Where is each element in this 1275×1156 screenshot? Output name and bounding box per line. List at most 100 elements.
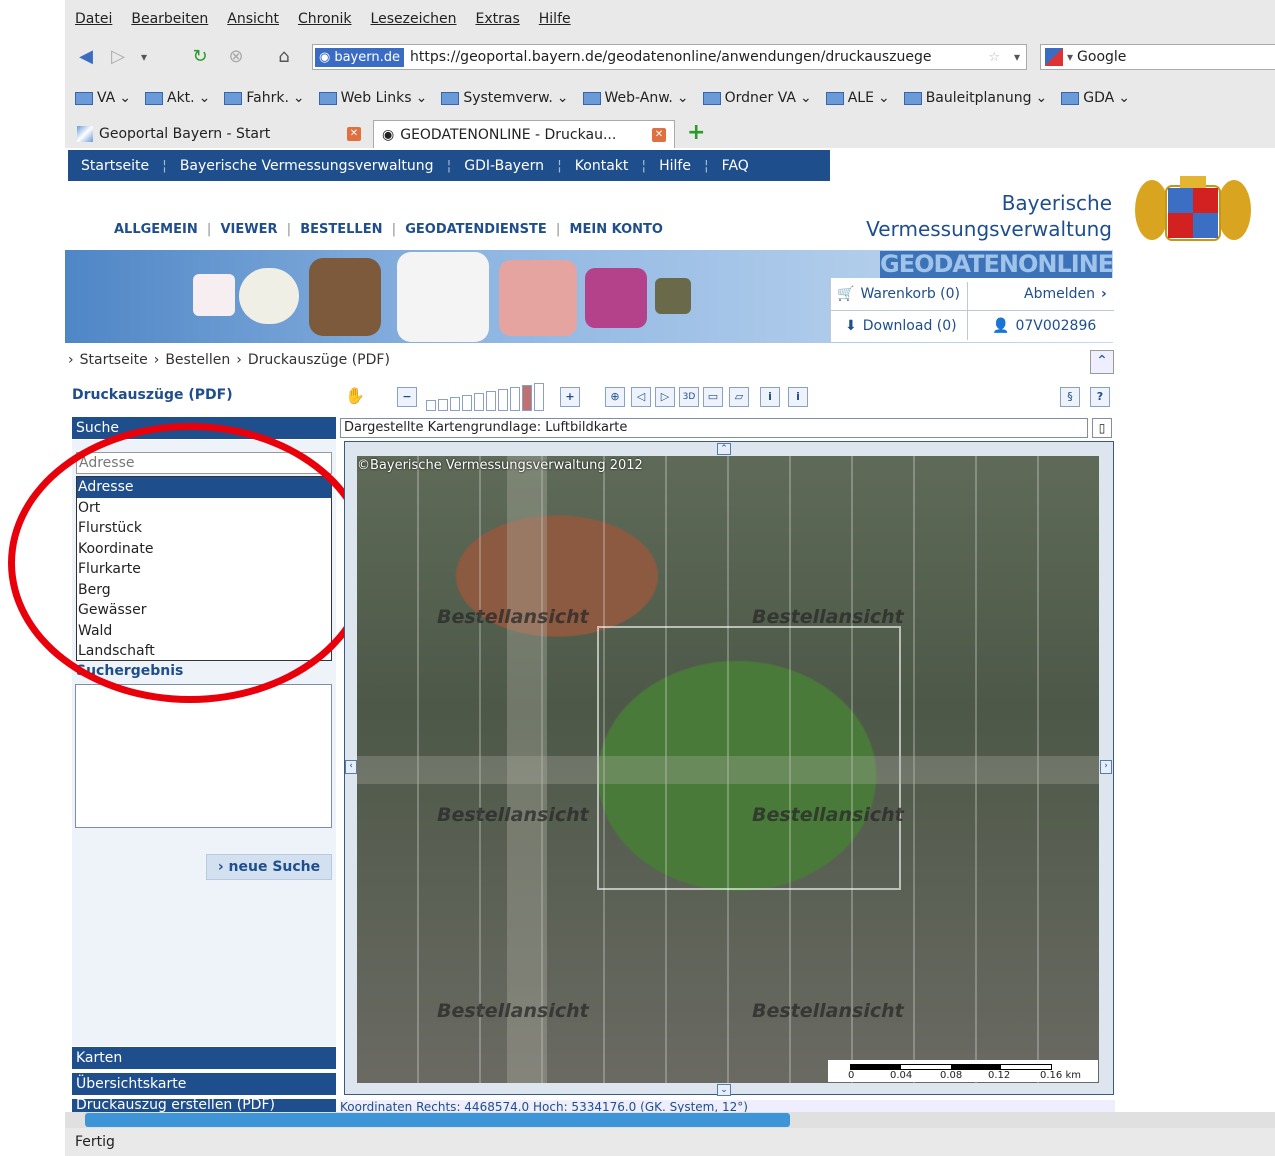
pan-down-icon[interactable]: ⌄ [717,1084,731,1096]
mainnav-geodatendienste[interactable]: GEODATENDIENSTE [396,222,556,237]
bookmark-folder[interactable]: ALE ⌄ [825,90,890,106]
topnav-gdi-bayern[interactable]: GDI-Bayern [451,158,557,174]
order-view-label: Bestellansicht [752,1000,904,1022]
topnav-kontakt[interactable]: Kontakt [562,158,642,174]
url-bar[interactable]: ◉ bayern.de https://geoportal.bayern.de/g… [312,44,1027,70]
scale-bar: 0 0.04 0.08 0.12 0.16 km [828,1060,1098,1082]
info-icon[interactable]: i [760,387,780,407]
menu-chronik[interactable]: Chronik [298,11,352,27]
menu-datei[interactable]: Datei [75,11,112,27]
eye-icon: ◉ [382,126,395,143]
clipboard-icon[interactable]: ▯ [1092,418,1112,438]
close-tab-icon[interactable]: ✕ [652,127,666,142]
zoom-slider[interactable] [426,383,544,411]
feature-info-icon[interactable]: i [788,387,808,407]
bookmark-folder[interactable]: Web Links ⌄ [318,90,428,106]
map-thumbnail [585,268,647,328]
bavarian-crest-icon [1135,176,1251,241]
stop-icon[interactable]: ⊗ [225,46,247,68]
help-icon[interactable]: ? [1090,387,1110,407]
topnav-startseite[interactable]: Startseite [68,158,162,174]
map-canvas[interactable]: Bestellansicht Bestellansicht Bestellans… [357,456,1099,1083]
map-toolbar: ✋ − + ⊕ ◁ ▷ 3D ▭ ▱ i i § ? [340,381,1115,413]
forward-icon[interactable]: ▷ [107,46,129,68]
new-search-button[interactable]: › neue Suche [206,854,332,880]
scrollbar-thumb[interactable] [85,1113,790,1127]
accordion-druckauszug[interactable]: Druckauszug erstellen (PDF) [72,1099,336,1112]
status-bar: Fertig [65,1128,1275,1156]
legal-icon[interactable]: § [1060,387,1080,407]
back-icon[interactable]: ◀ [75,46,97,68]
zoom-out-icon[interactable]: − [397,387,417,407]
bookmark-folder[interactable]: Bauleitplanung ⌄ [903,90,1047,106]
download-link[interactable]: ⬇ Download (0) [845,318,957,334]
order-view-label: Bestellansicht [752,606,904,628]
previous-view-icon[interactable]: ◁ [631,387,651,407]
url-dropdown-icon[interactable]: ▾ [1014,50,1020,64]
pan-left-icon[interactable]: ‹ [345,760,357,774]
navigation-bar: ◀ ▷ ▾ ↻ ⊗ ⌂ ◉ bayern.de https://geoportal… [65,38,1275,76]
history-dropdown-icon[interactable]: ▾ [133,46,155,68]
new-tab-icon[interactable]: + [687,120,705,145]
close-tab-icon[interactable]: ✕ [347,127,361,141]
folder-icon [441,91,460,105]
map-thumbnail [397,252,489,342]
order-view-label: Bestellansicht [437,1000,589,1022]
search-engine-dropdown-icon[interactable]: ▾ [1067,50,1073,64]
3d-view-icon[interactable]: 3D [679,387,699,407]
home-icon[interactable]: ⌂ [273,46,295,68]
bookmark-folder[interactable]: GDA ⌄ [1061,90,1130,106]
chevron-down-icon: ⌄ [415,90,428,106]
zoom-box-icon[interactable]: ⊕ [605,387,625,407]
bookmark-folder[interactable]: VA ⌄ [75,90,131,106]
mainnav-bestellen[interactable]: BESTELLEN [291,222,391,237]
breadcrumb-bestellen[interactable]: Bestellen [165,352,230,368]
tab-geoportal[interactable]: Geoportal Bayern - Start ✕ [69,120,369,148]
reload-icon[interactable]: ↻ [189,46,211,68]
bookmark-star-icon[interactable]: ☆ [988,50,1000,65]
mainnav-viewer[interactable]: VIEWER [211,222,286,237]
measure-area-icon[interactable]: ▱ [729,387,749,407]
search-bar[interactable]: ▾ Google [1040,44,1275,70]
menu-bearbeiten[interactable]: Bearbeiten [131,11,208,27]
accordion-uebersichtskarte[interactable]: Übersichtskarte [72,1073,336,1095]
user-icon: 👤 [992,318,1010,334]
bookmark-folder[interactable]: Systemverw. ⌄ [441,90,569,106]
result-list[interactable] [75,684,332,828]
favicon-icon [77,126,93,142]
topnav-faq[interactable]: FAQ [709,158,762,174]
zoom-in-icon[interactable]: + [560,387,580,407]
site-identity[interactable]: ◉ bayern.de [315,47,404,67]
menu-hilfe[interactable]: Hilfe [539,11,571,27]
bookmark-folder[interactable]: Fahrk. ⌄ [224,90,305,106]
url-text: https://geoportal.bayern.de/geodatenonli… [410,49,932,65]
cart-link[interactable]: 🛒 Warenkorb (0) [837,286,960,302]
mainnav-allgemein[interactable]: ALLGEMEIN [105,222,207,237]
pan-right-icon[interactable]: › [1100,760,1112,774]
next-view-icon[interactable]: ▷ [655,387,675,407]
topnav-hilfe[interactable]: Hilfe [646,158,704,174]
collapse-header-button[interactable]: ⌃ [1090,350,1114,374]
menu-ansicht[interactable]: Ansicht [227,11,279,27]
bookmark-folder[interactable]: Web-Anw. ⌄ [582,90,689,106]
breadcrumb-startseite[interactable]: Startseite [80,352,148,368]
mainnav-mein-konto[interactable]: MEIN KONTO [561,222,672,237]
menu-extras[interactable]: Extras [476,11,520,27]
brand-title: Bayerische Vermessungsverwaltung [866,191,1112,241]
accordion-karten[interactable]: Karten [72,1047,336,1069]
divider [831,310,1114,311]
panel-title: Druckauszüge (PDF) [72,387,233,403]
chevron-right-icon: › [236,352,242,368]
measure-distance-icon[interactable]: ▭ [703,387,723,407]
order-view-label: Bestellansicht [437,606,589,628]
bookmark-folder[interactable]: Ordner VA ⌄ [702,90,812,106]
logout-link[interactable]: Abmelden › [1024,286,1107,302]
folder-icon [75,91,93,105]
menu-lesezeichen[interactable]: Lesezeichen [371,11,457,27]
bookmark-folder[interactable]: Akt. ⌄ [145,90,210,106]
topnav-vermessungsverwaltung[interactable]: Bayerische Vermessungsverwaltung [167,158,447,174]
folder-icon [702,91,721,105]
pan-up-icon[interactable]: ⌃ [717,443,731,455]
tab-geodatenonline[interactable]: ◉ GEODATENONLINE - Druckau... ✕ [373,120,675,148]
pan-hand-icon[interactable]: ✋ [345,387,365,407]
